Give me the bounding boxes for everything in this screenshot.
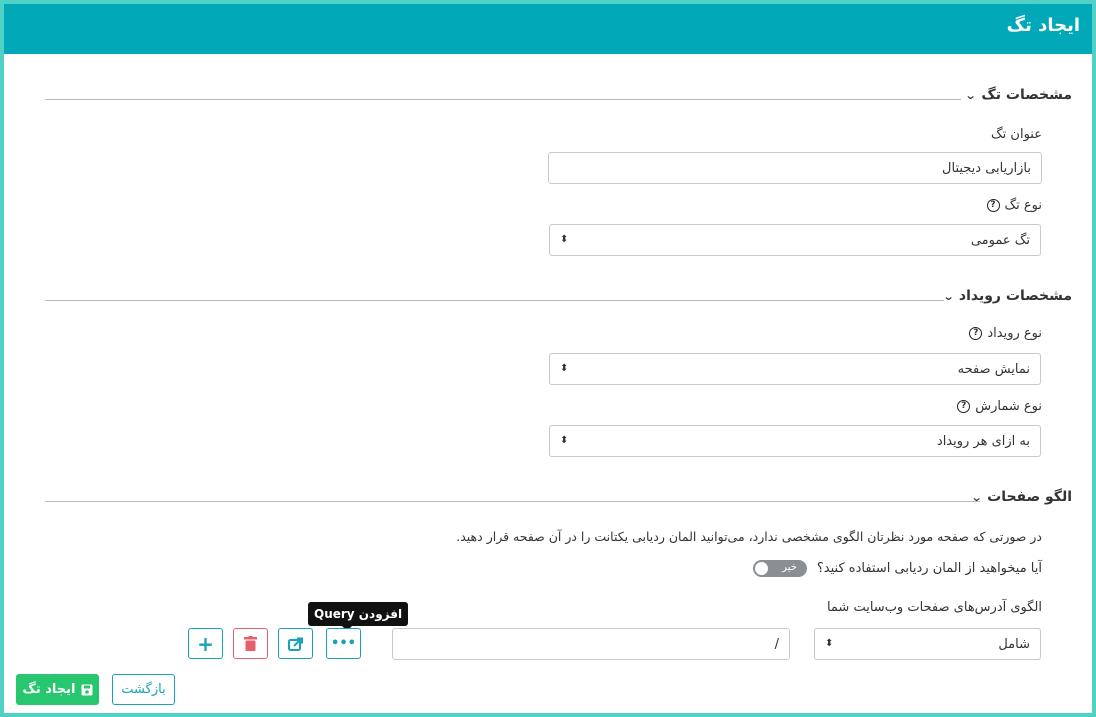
path-input[interactable]: / <box>392 628 790 660</box>
pages-description: در صورتی که صفحه مورد نظرتان الگوی مشخصی… <box>456 529 1042 544</box>
chevron-down-icon: ⌄ <box>964 88 977 102</box>
create-tag-button[interactable]: ایجاد تگ <box>16 674 99 705</box>
tracking-toggle-row: آیا میخواهید از المان ردیابی استفاده کنی… <box>752 560 1042 577</box>
pattern-label: الگوی آدرس‌های صفحات وب‌سایت شما <box>826 600 1042 615</box>
back-button[interactable]: بازگشت <box>112 674 175 705</box>
section-title: مشخصات رویداد <box>958 288 1072 304</box>
trash-icon <box>244 636 257 651</box>
tag-title-input[interactable]: بازاریابی دیجیتال <box>548 152 1042 184</box>
add-query-button[interactable]: ••• <box>326 628 361 659</box>
question-circle-icon[interactable]: ? <box>957 400 971 413</box>
divider <box>45 99 961 100</box>
count-type-label: نوع شمارش ? <box>957 399 1042 414</box>
toggle-label: آیا میخواهید از المان ردیابی استفاده کنی… <box>816 561 1042 576</box>
delete-button[interactable] <box>233 628 268 659</box>
match-type-select[interactable]: شامل ⬍ <box>814 628 1041 660</box>
plus-icon: + <box>197 631 214 656</box>
event-type-select[interactable]: نمایش صفحه ⬍ <box>549 353 1041 385</box>
page-title: ایجاد تگ <box>1006 15 1080 36</box>
divider <box>45 300 944 301</box>
sort-caret-icon: ⬍ <box>560 363 569 374</box>
sort-caret-icon: ⬍ <box>560 234 569 245</box>
share-button[interactable] <box>278 628 313 659</box>
sort-caret-icon: ⬍ <box>825 638 834 649</box>
tracking-toggle[interactable]: خیر <box>752 560 807 577</box>
tag-type-select[interactable]: تگ عمومی ⬍ <box>549 224 1041 256</box>
toggle-knob <box>754 562 768 575</box>
event-type-label: نوع رویداد ? <box>969 326 1042 341</box>
chevron-down-icon: ⌄ <box>942 289 955 303</box>
add-pattern-button[interactable]: + <box>188 628 223 659</box>
share-icon <box>287 637 303 651</box>
tag-type-label: نوع تگ ? <box>986 198 1042 213</box>
tag-title-label: عنوان تگ <box>991 127 1042 142</box>
toggle-state: خیر <box>782 562 797 573</box>
section-event-details[interactable]: مشخصات رویداد ⌄ <box>942 286 1072 306</box>
section-tag-details[interactable]: مشخصات تگ ⌄ <box>964 85 1072 105</box>
page-header: ایجاد تگ <box>4 4 1092 54</box>
question-circle-icon[interactable]: ? <box>969 327 983 340</box>
question-circle-icon[interactable]: ? <box>986 199 1000 212</box>
ellipsis-icon: ••• <box>331 636 356 651</box>
count-type-select[interactable]: به ازای هر رویداد ⬍ <box>549 425 1041 457</box>
sort-caret-icon: ⬍ <box>560 435 569 446</box>
section-title: مشخصات تگ <box>981 87 1072 103</box>
section-page-patterns[interactable]: الگو صفحات ⌄ <box>971 487 1072 507</box>
divider <box>45 501 980 502</box>
section-title: الگو صفحات <box>987 489 1072 505</box>
page-frame: ایجاد تگ مشخصات تگ ⌄ عنوان تگ بازاریابی … <box>0 0 1096 717</box>
add-query-tooltip: افزودن Query <box>308 602 409 631</box>
floppy-disk-icon <box>81 684 92 695</box>
